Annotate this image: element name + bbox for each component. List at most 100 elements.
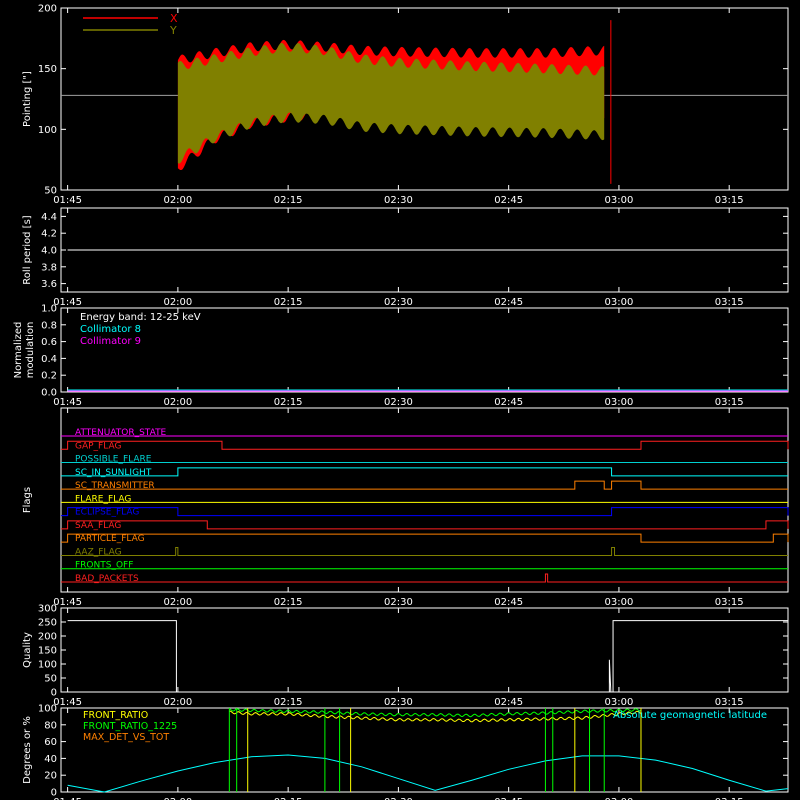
y-tick-label: 3.8 bbox=[41, 262, 57, 273]
flag-label-particle-flag: PARTICLE_FLAG bbox=[75, 534, 145, 544]
y-tick-label: 250 bbox=[38, 618, 57, 629]
flag-line-eclipse-flag bbox=[61, 507, 789, 517]
chart-canvas: 01:45 02:00 02:15 02:30 02:45 03:00 03:15 Point… bbox=[13, 4, 789, 800]
y-tick-label: 40 bbox=[44, 754, 57, 765]
modulation-annotation: Collimator 8 bbox=[80, 324, 141, 335]
y-tick-label: 200 bbox=[38, 632, 57, 643]
x-tick-label: 02:15 bbox=[274, 397, 303, 408]
x-tick-label: 02:45 bbox=[494, 697, 523, 708]
x-tick-label: 02:15 bbox=[274, 195, 303, 206]
y-tick-label: 4.4 bbox=[41, 212, 57, 223]
y-tick-label: 0.8 bbox=[41, 320, 57, 331]
y-tick-label: 20 bbox=[44, 771, 57, 782]
series-absolute-geomagnetic-latitude bbox=[67, 754, 789, 793]
legend-label-max-det-vs-tot: MAX_DET_VS_TOT bbox=[83, 732, 169, 743]
x-tick-label: 02:30 bbox=[384, 697, 413, 708]
flag-label-possible-flare: POSSIBLE_FLARE bbox=[75, 455, 152, 465]
y-tick-label: 0.0 bbox=[41, 388, 57, 399]
x-tick-label: 03:00 bbox=[605, 697, 634, 708]
panel-3: 01:45 02:00 02:15 02:30 02:45 03:00 03:15 Norma… bbox=[13, 304, 789, 408]
legend-label-geomagnetic-latitude: Absolute geomagnetic latitude bbox=[613, 710, 767, 721]
flag-label-eclipse-flag: ECLIPSE_FLAG bbox=[75, 508, 139, 518]
flag-label-attenuator-state: ATTENUATOR_STATE bbox=[75, 428, 167, 438]
x-tick-label: 02:15 bbox=[274, 697, 303, 708]
x-tick-label: 03:15 bbox=[715, 195, 744, 206]
y-axis-label-line: Normalized bbox=[13, 322, 24, 379]
y-tick-label: 150 bbox=[38, 64, 57, 75]
flag-label-aaz-flag: AAZ_FLAG bbox=[75, 547, 122, 557]
flag-label-fronts-off: FRONTS_OFF bbox=[75, 561, 133, 571]
x-tick-label: 01:45 bbox=[53, 597, 82, 608]
flag-label-sc-in-sunlight: SC_IN_SUNLIGHT bbox=[75, 468, 152, 478]
x-tick-label: 02:30 bbox=[384, 195, 413, 206]
x-tick-label: 02:00 bbox=[163, 195, 192, 206]
y-tick-label: 80 bbox=[44, 720, 57, 731]
flag-line-saa-flag bbox=[61, 520, 789, 530]
flag-label-bad-packets: BAD_PACKETS bbox=[75, 574, 139, 584]
y-tick-label: 60 bbox=[44, 737, 57, 748]
modulation-annotation: Collimator 9 bbox=[80, 336, 141, 347]
flag-line-bad-packets bbox=[61, 573, 788, 583]
y-tick-label: 100 bbox=[38, 660, 57, 671]
modulation-annotation: Energy band: 12-25 keV bbox=[80, 312, 201, 323]
legend-label-y: Y bbox=[169, 24, 177, 37]
x-tick-label: 02:45 bbox=[494, 397, 523, 408]
x-tick-label: 01:45 bbox=[53, 397, 82, 408]
flag-line-sc-in-sunlight bbox=[61, 467, 788, 477]
legend-label-front-ratio: FRONT_RATIO bbox=[83, 710, 148, 721]
y-axis-label: Degrees or % bbox=[22, 716, 33, 784]
y-axis-label: Normalized modulation bbox=[13, 322, 36, 379]
x-tick-label: 03:00 bbox=[605, 397, 634, 408]
y-axis-label: Roll period [s] bbox=[22, 215, 33, 284]
x-tick-label: 01:45 bbox=[53, 697, 82, 708]
panel-5: 01:45 02:00 02:15 02:30 02:45 03:00 03:15 Quali… bbox=[22, 604, 789, 708]
y-tick-label: 4.2 bbox=[41, 229, 57, 240]
flag-line-sc-transmitter bbox=[61, 480, 788, 490]
x-tick-label: 03:15 bbox=[715, 597, 744, 608]
x-tick-label: 03:00 bbox=[605, 195, 634, 206]
flag-label-sc-transmitter: SC_TRANSMITTER bbox=[75, 481, 155, 491]
y-axis-label: Quality bbox=[22, 632, 33, 668]
x-tick-label: 01:45 bbox=[53, 297, 82, 308]
x-tick-label: 03:00 bbox=[605, 597, 634, 608]
panel-1: 01:45 02:00 02:15 02:30 02:45 03:00 03:15 Point… bbox=[22, 4, 789, 206]
y-tick-label: 50 bbox=[44, 674, 57, 685]
y-axis-label: Flags bbox=[22, 487, 33, 513]
y-tick-label: 150 bbox=[38, 646, 57, 657]
series-front-ratio-1225 bbox=[228, 708, 642, 718]
x-tick-label: 02:00 bbox=[163, 297, 192, 308]
y-tick-label: 200 bbox=[38, 4, 57, 15]
y-tick-label: 1.0 bbox=[41, 304, 57, 315]
y-tick-label: 4.0 bbox=[41, 246, 57, 257]
panel-2: 01:45 02:00 02:15 02:30 02:45 03:00 03:15 Roll … bbox=[22, 207, 789, 308]
y-tick-label: 3.6 bbox=[41, 279, 57, 290]
x-tick-label: 01:45 bbox=[53, 195, 82, 206]
flag-line-gap-flag bbox=[61, 440, 789, 450]
flag-label-gap-flag: GAP_FLAG bbox=[75, 441, 121, 451]
y-tick-label: 100 bbox=[38, 704, 57, 715]
y-tick-label: 300 bbox=[38, 604, 57, 615]
x-tick-label: 02:00 bbox=[163, 597, 192, 608]
y-tick-label: 0.2 bbox=[41, 371, 57, 382]
quality-line bbox=[67, 620, 788, 693]
x-tick-label: 02:00 bbox=[163, 397, 192, 408]
x-tick-label: 03:15 bbox=[715, 397, 744, 408]
x-tick-label: 02:30 bbox=[384, 597, 413, 608]
x-tick-label: 03:15 bbox=[715, 297, 744, 308]
flag-label-saa-flag: SAA_FLAG bbox=[75, 521, 121, 531]
x-tick-label: 02:30 bbox=[384, 297, 413, 308]
y-tick-label: 0.6 bbox=[41, 337, 57, 348]
flag-line-aaz-flag bbox=[61, 546, 788, 556]
x-tick-label: 02:45 bbox=[494, 597, 523, 608]
y-tick-label: 50 bbox=[44, 186, 57, 197]
x-tick-label: 03:00 bbox=[605, 297, 634, 308]
x-tick-label: 02:00 bbox=[163, 697, 192, 708]
panel-6: 01:4502:0002:1502:3002:4503:0003:15Degre… bbox=[22, 704, 789, 800]
panel-4: 01:45 02:00 02:15 02:30 02:45 03:00 03:15 Flags… bbox=[22, 407, 789, 608]
y-tick-label: 100 bbox=[38, 125, 57, 136]
x-tick-label: 02:15 bbox=[274, 297, 303, 308]
y-tick-label: 0.4 bbox=[41, 354, 57, 365]
y-tick-label: 0 bbox=[51, 788, 57, 799]
x-tick-label: 02:45 bbox=[494, 195, 523, 206]
x-tick-label: 02:30 bbox=[384, 397, 413, 408]
